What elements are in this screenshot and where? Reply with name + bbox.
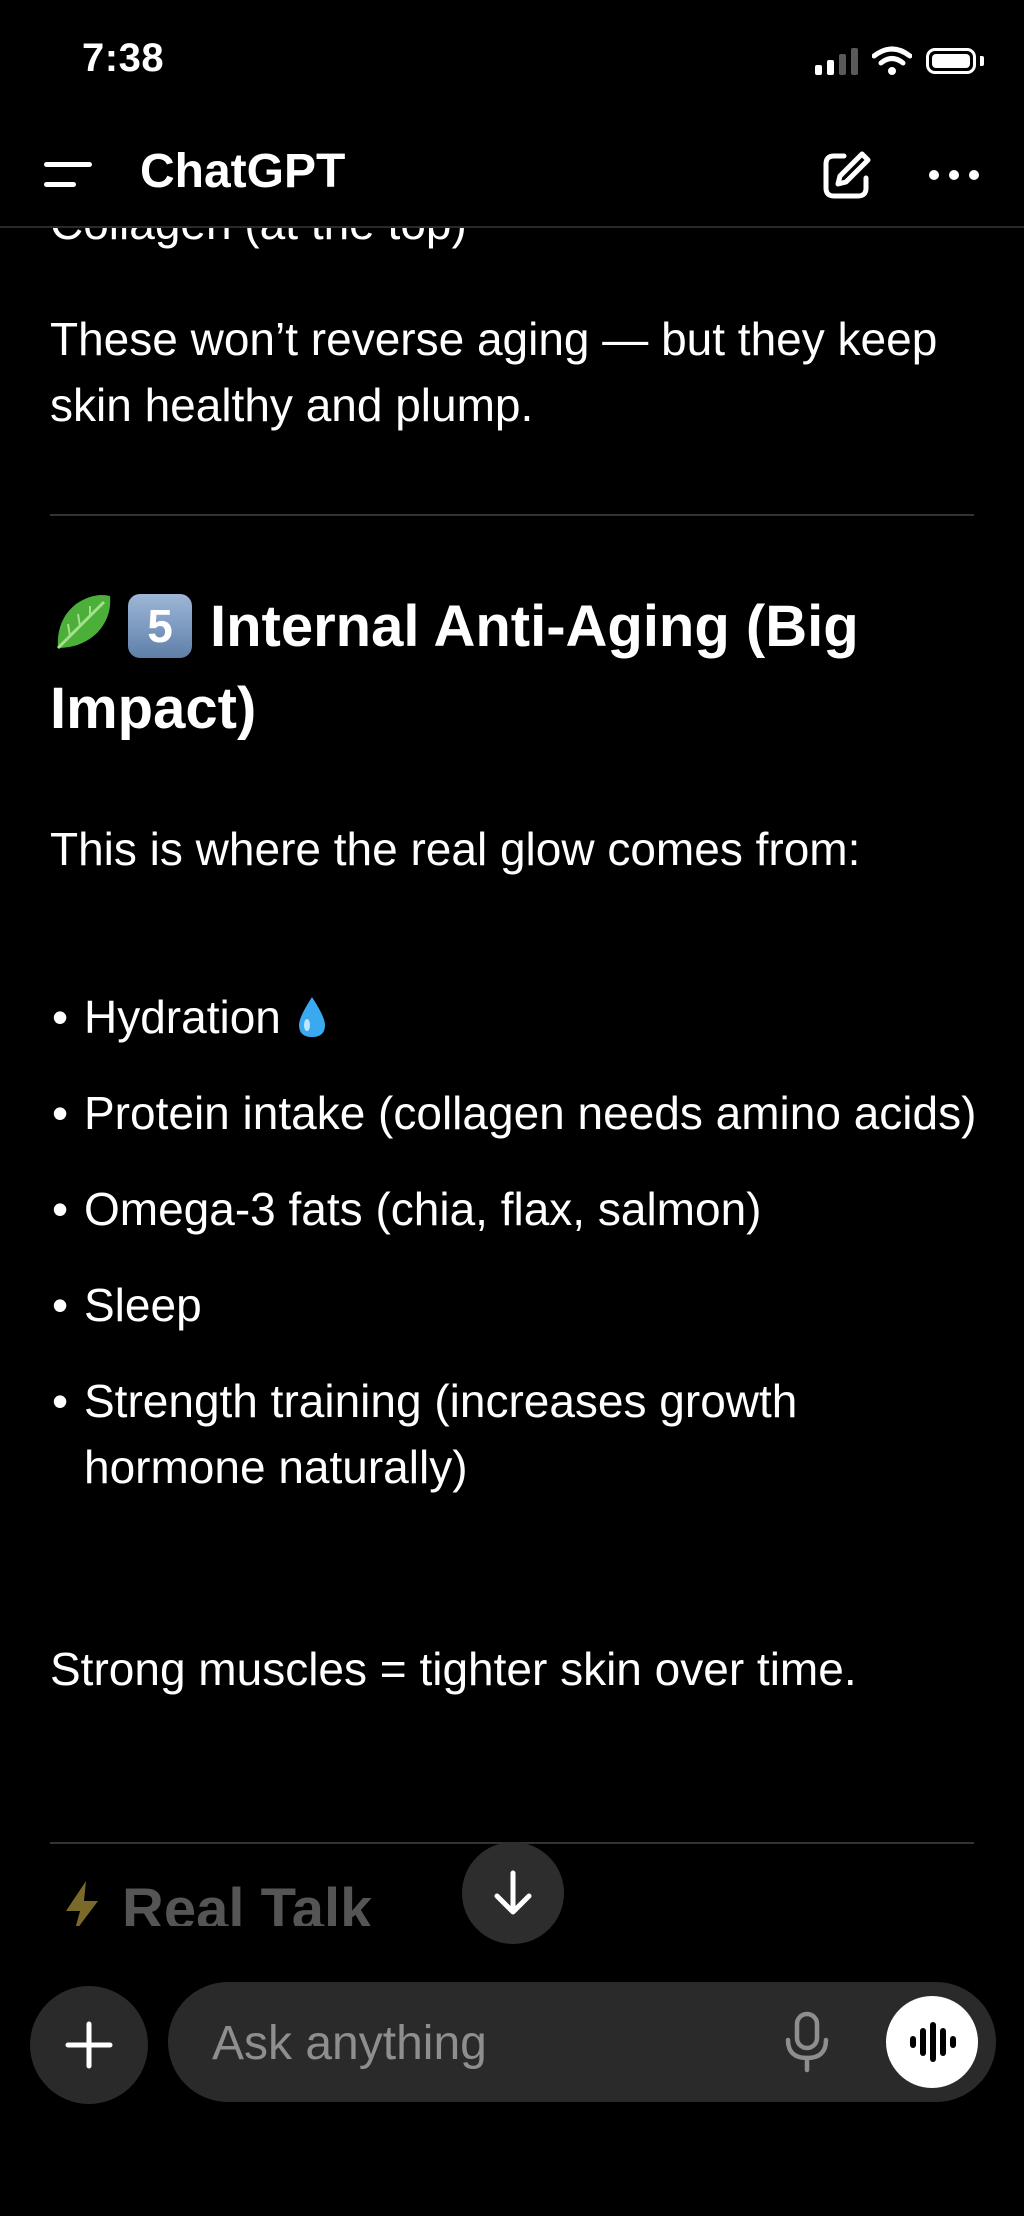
new-chat-pencil-icon[interactable]: [818, 148, 874, 204]
message-input[interactable]: [210, 2010, 734, 2076]
list-item: Sleep: [50, 1272, 974, 1338]
add-attachment-button[interactable]: [30, 1986, 148, 2104]
list-item: Protein intake (collagen needs amino aci…: [50, 1080, 974, 1146]
battery-icon: [926, 48, 976, 74]
microphone-icon[interactable]: [782, 2010, 832, 2074]
status-time: 7:38: [82, 36, 165, 80]
plus-icon: [65, 2021, 113, 2069]
battery-cap: [980, 56, 984, 66]
more-dots-icon[interactable]: [924, 150, 984, 200]
status-icons: [815, 46, 984, 76]
page-title: ChatGPT: [140, 145, 346, 198]
voice-waveform-icon: [910, 2022, 956, 2062]
leafy-green-icon: [56, 595, 111, 650]
scroll-down-button[interactable]: [462, 1842, 564, 1944]
wifi-icon: [872, 46, 912, 75]
list-item: Strength training (increases growth horm…: [50, 1368, 974, 1500]
status-bar: 7:38: [0, 0, 1024, 120]
number-five-badge: 5: [128, 594, 192, 658]
list-item: Omega-3 fats (chia, flax, salmon): [50, 1176, 974, 1242]
next-heading: Real Talk: [60, 1866, 372, 1926]
arrow-down-icon: [494, 1870, 532, 1915]
lightning-icon: [66, 1881, 98, 1926]
lead-paragraph: This is where the real glow comes from:: [50, 823, 861, 875]
list-item: Hydration: [50, 984, 974, 1050]
hamburger-menu-icon[interactable]: [40, 156, 96, 196]
voice-mode-button[interactable]: [886, 1996, 978, 2088]
cellular-signal-icon: [815, 47, 858, 75]
divider: [50, 514, 974, 516]
cut-off-line: Collagen (at the top): [50, 226, 467, 250]
bullet-list: Hydration Protein intake (collagen needs…: [50, 984, 974, 1500]
intro-paragraph: These won’t reverse aging — but they kee…: [50, 313, 938, 431]
composer: [168, 1982, 996, 2102]
chat-message: Collagen (at the top) These won’t revers…: [50, 226, 974, 1966]
closing-paragraph: Strong muscles = tighter skin over time.: [50, 1643, 857, 1695]
nav-header: ChatGPT: [0, 120, 1024, 228]
section-heading: 5 Internal Anti-Aging (Big Impact): [50, 586, 974, 750]
droplet-icon: [298, 997, 325, 1037]
